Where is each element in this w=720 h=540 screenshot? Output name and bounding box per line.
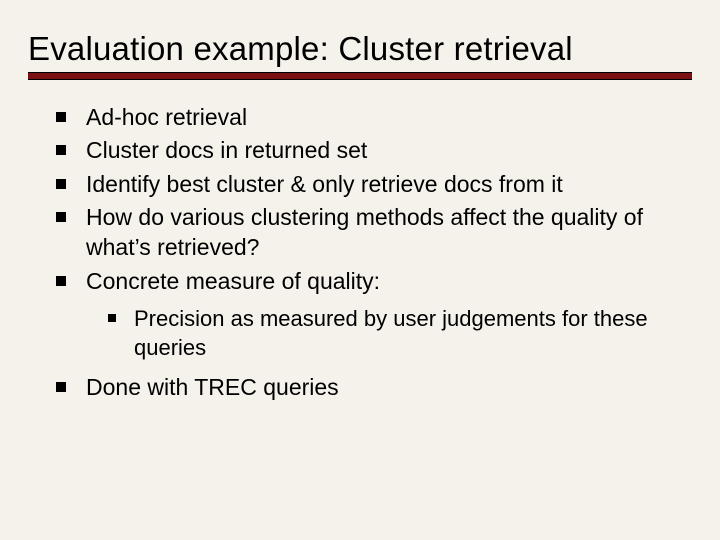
list-item: Done with TREC queries	[56, 372, 692, 402]
square-bullet-icon	[56, 112, 66, 122]
square-bullet-icon	[108, 314, 116, 322]
title-rule	[28, 72, 692, 80]
list-item: Concrete measure of quality:	[56, 266, 692, 296]
square-bullet-icon	[56, 145, 66, 155]
square-bullet-icon	[56, 276, 66, 286]
square-bullet-icon	[56, 179, 66, 189]
sub-list: Precision as measured by user judgements…	[56, 304, 692, 362]
sub-list-item-text: Precision as measured by user judgements…	[134, 304, 692, 362]
list-item: Cluster docs in returned set	[56, 135, 692, 165]
list-item: Identify best cluster & only retrieve do…	[56, 169, 692, 199]
list-item-text: Ad-hoc retrieval	[86, 102, 692, 132]
slide-body: Ad-hoc retrieval Cluster docs in returne…	[28, 102, 692, 403]
sub-list-item: Precision as measured by user judgements…	[108, 304, 692, 362]
slide-title: Evaluation example: Cluster retrieval	[28, 30, 692, 68]
square-bullet-icon	[56, 212, 66, 222]
list-item-text: Identify best cluster & only retrieve do…	[86, 169, 692, 199]
list-item-text: Concrete measure of quality:	[86, 266, 692, 296]
list-item-text: Done with TREC queries	[86, 372, 692, 402]
list-item-text: Cluster docs in returned set	[86, 135, 692, 165]
list-item-text: How do various clustering methods affect…	[86, 202, 692, 263]
list-item: How do various clustering methods affect…	[56, 202, 692, 263]
square-bullet-icon	[56, 382, 66, 392]
list-item: Ad-hoc retrieval	[56, 102, 692, 132]
slide: Evaluation example: Cluster retrieval Ad…	[0, 0, 720, 540]
